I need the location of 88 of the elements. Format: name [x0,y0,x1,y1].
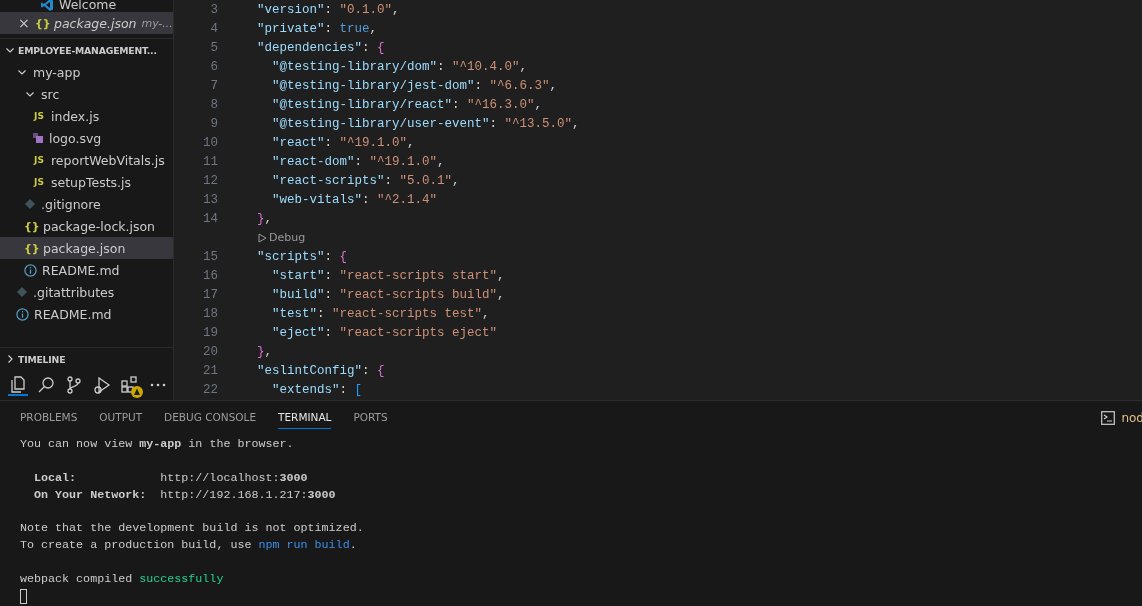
file-type-label: {} [35,16,49,30]
file-type-label: JS [32,177,45,187]
code-line: "react": "^19.1.0", [272,135,415,150]
file-item[interactable]: {} package.json [0,237,173,259]
file-item[interactable]: README.md [0,303,173,325]
code-line: "@testing-library/dom": "^10.4.0", [272,59,528,74]
play-icon [258,232,267,243]
open-editor-item[interactable]: Welcome [0,0,173,12]
line-number: 3 [209,2,218,17]
editor-logo-icon [40,0,54,12]
code-line: "@testing-library/jest-dom": "^6.6.3", [272,78,558,93]
panel-tab[interactable]: TERMINAL [278,406,332,430]
terminal-icon[interactable] [1101,411,1116,425]
image-file-icon [32,132,44,144]
code-line: "@testing-library/react": "^16.3.0", [272,97,543,112]
line-number: 15 [202,249,218,264]
timeline-section-header[interactable]: TIMELINE [0,347,173,370]
folder-item[interactable]: src [0,83,173,105]
terminal-line: Note that the development build is not optimized. [20,521,365,538]
line-number: 16 [202,268,218,283]
code-line: "extends": [ [272,382,363,397]
line-number: 4 [209,21,218,36]
info-icon [16,307,29,321]
terminal-line: You can now view my-app in the browser. [20,437,295,453]
file-type-label: {} [24,219,38,233]
terminal-line: On Your Network: http://192.168.1.217:3000 [33,487,337,504]
file-item[interactable]: JS index.js [0,105,173,127]
file-item[interactable]: README.md [0,259,173,281]
line-number: 11 [202,154,218,169]
file-item[interactable]: JS reportWebVitals.js [0,149,173,171]
files-icon[interactable] [8,374,28,396]
file-item[interactable]: logo.svg [0,127,173,149]
panel-tab[interactable]: OUTPUT [99,406,143,430]
terminal-line: Local: http://localhost:3000 [33,470,309,487]
file-item[interactable]: {} package-lock.json [0,215,173,237]
branch-icon[interactable] [64,375,84,395]
close-icon[interactable]: × [18,15,30,31]
code-line: }, [257,211,273,226]
diamond-icon [24,198,36,210]
code-line: "test": "react-scripts test", [272,306,490,321]
info-icon [24,263,37,277]
line-number: 21 [202,363,218,378]
line-number: 6 [209,59,218,74]
file-item[interactable]: .gitattributes [0,281,173,303]
line-number: 8 [209,97,218,112]
code-line: "react-scripts": "5.0.1", [272,173,460,188]
extensions-icon[interactable] [120,375,140,395]
line-number: 22 [202,382,218,397]
explorer-section-header[interactable]: EMPLOYEE-MANAGEMENT... [0,38,173,61]
code-line: }, [257,344,273,359]
code-line: "build": "react-scripts build", [272,287,505,302]
line-number: 12 [202,173,218,188]
line-number: 5 [209,40,218,55]
terminal-line: webpack compiled successfully [20,572,225,589]
line-number: 7 [209,78,218,93]
line-number: 20 [202,344,218,359]
code-line: "@testing-library/user-event": "^13.5.0", [272,116,580,131]
debug-codelens[interactable]: Debug [258,228,1142,247]
line-number: 17 [202,287,218,302]
code-line: "dependencies": { [257,40,385,55]
line-number: 18 [202,306,218,321]
line-number: 13 [202,192,218,207]
search-icon[interactable] [36,375,56,395]
folder-item[interactable]: my-app [0,61,173,83]
code-line: "version": "0.1.0", [257,2,400,17]
file-type-label: JS [32,111,45,121]
file-type-label: {} [24,241,38,255]
line-number: 10 [202,135,218,150]
file-type-label: JS [32,155,45,165]
code-line: "eslintConfig": { [257,363,385,378]
code-line: "eject": "react-scripts eject" [272,325,498,340]
code-line: "react-dom": "^19.1.0", [272,154,445,169]
file-item[interactable]: JS setupTests.js [0,171,173,193]
panel-tab[interactable]: DEBUG CONSOLE [164,406,257,430]
code-line: "start": "react-scripts start", [272,268,505,283]
terminal-line: To create a production build, use npm run build. [20,538,358,555]
file-item[interactable]: .gitignore [0,193,173,215]
open-editor-item[interactable]: × {} package.json my-... [0,12,173,34]
code-line: "scripts": { [257,249,348,264]
code-line: "private": true, [257,21,378,36]
line-number: 9 [209,116,218,131]
line-number: 14 [202,211,218,226]
panel-tab[interactable]: PORTS [353,406,388,430]
code-line: "web-vitals": "^2.1.4" [272,192,438,207]
panel-tab[interactable]: PROBLEMS [20,406,78,430]
line-number: 19 [202,325,218,340]
diamond-icon [16,286,28,298]
run-debug-icon[interactable] [92,375,112,395]
